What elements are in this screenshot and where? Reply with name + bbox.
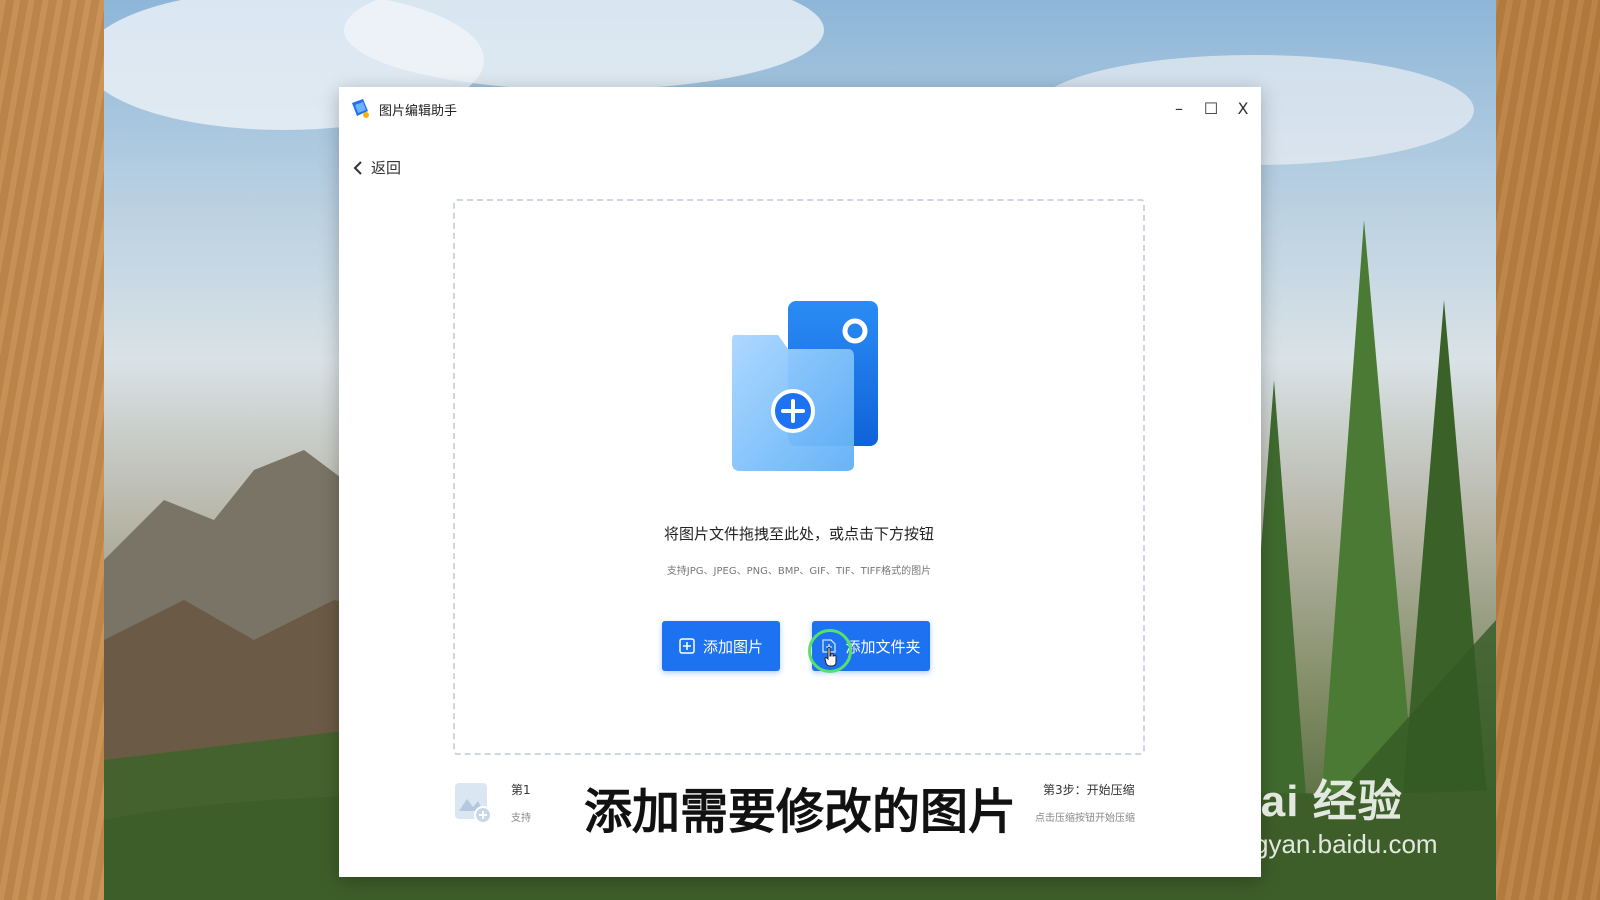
add-image-label: 添加图片: [702, 637, 763, 656]
add-folder-label: 添加文件夹: [845, 637, 921, 656]
watermark-url: jingyan.baidu.com: [1228, 829, 1438, 859]
back-label: 返回: [371, 159, 402, 177]
minimize-icon: –: [1175, 98, 1183, 118]
minimize-button[interactable]: –: [1165, 95, 1193, 121]
title-bar[interactable]: 图片编辑助手 – ☐ X: [339, 87, 1261, 131]
close-icon: X: [1237, 98, 1249, 118]
window-title: 图片编辑助手: [379, 104, 458, 119]
app-logo-icon: [352, 99, 369, 118]
app-window: 图片编辑助手 – ☐ X 返回 将图片文件拖拽至此处，或点击下方按钮 支持JPG…: [339, 87, 1261, 877]
watermark-logo-text: Bai 经验: [1228, 777, 1403, 826]
folder-add-icon: [732, 301, 878, 471]
plus-square-icon: [679, 638, 695, 654]
hand-cursor-icon: [824, 647, 837, 667]
add-image-button[interactable]: 添加图片: [662, 621, 780, 671]
close-button[interactable]: X: [1229, 95, 1257, 121]
maximize-icon: ☐: [1203, 98, 1219, 118]
drop-zone[interactable]: 将图片文件拖拽至此处，或点击下方按钮 支持JPG、JPEG、PNG、BMP、GI…: [453, 199, 1145, 755]
supported-formats-text: 支持JPG、JPEG、PNG、BMP、GIF、TIF、TIFF格式的图片: [666, 566, 932, 577]
maximize-button[interactable]: ☐: [1197, 95, 1225, 121]
drop-hint-text: 将图片文件拖拽至此处，或点击下方按钮: [663, 525, 934, 543]
chevron-left-icon: [353, 160, 362, 175]
baidu-watermark: Bai 经验 jingyan.baidu.com: [1228, 755, 1528, 865]
back-button[interactable]: 返回: [353, 157, 401, 178]
